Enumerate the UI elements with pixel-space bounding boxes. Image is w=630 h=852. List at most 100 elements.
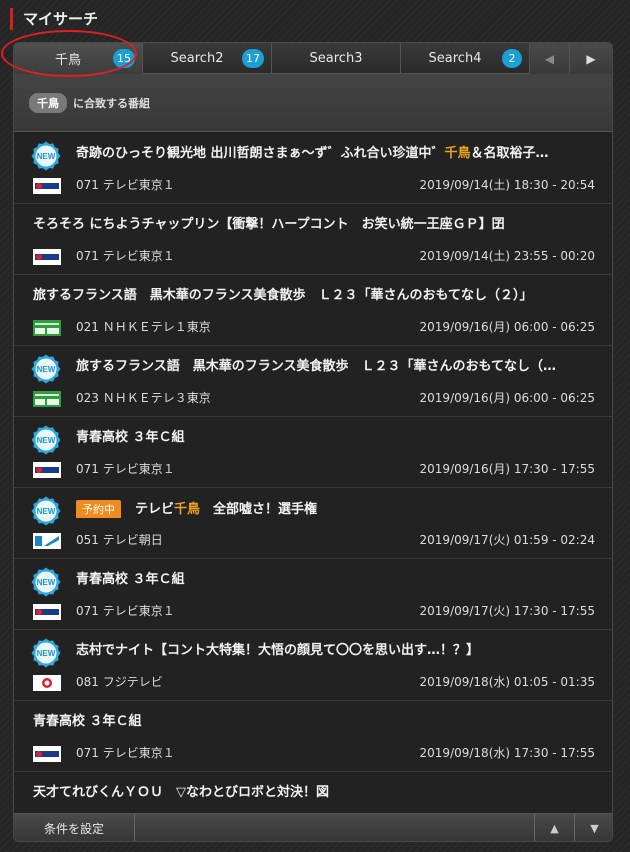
tab-prev-button[interactable]: ◀	[530, 43, 570, 74]
broadcast-time: 2019/09/14(土) 23:55 - 00:20	[419, 249, 595, 263]
tab-count-badge: 2	[502, 49, 522, 68]
program-title: 青春高校 ３年Ｃ組	[76, 429, 604, 447]
channel-name: 081 フジテレビ	[76, 675, 163, 689]
new-badge-icon: NEW	[31, 141, 61, 171]
title-text: 志村でナイト【コント大特集！大悟の顔見て〇〇を思い出す…！？】	[76, 643, 480, 658]
tab-search3[interactable]: Search3	[272, 43, 401, 74]
tab-search2[interactable]: Search2 17	[143, 43, 272, 74]
program-row[interactable]: NEW 予約中 テレビ千鳥 全部嘘さ！選手権 051 テレビ朝日 2019/09/17(…	[14, 488, 612, 559]
channel-logo-icon	[33, 533, 61, 549]
filter-description: に合致する番組	[73, 96, 150, 110]
page-title: マイサーチ	[10, 8, 98, 30]
channel-logo-icon	[33, 746, 61, 762]
program-row[interactable]: 天才てれびくんＹＯＵ ▽なわとびロボと対決！図	[14, 772, 612, 813]
keyword-highlight: 千鳥	[174, 502, 201, 517]
reserved-badge: 予約中	[76, 500, 121, 518]
program-row[interactable]: 旅するフランス語 黒木華のフランス美食散歩 Ｌ２３「華さんのおもてなし（２）」 0…	[14, 275, 612, 346]
program-title: 志村でナイト【コント大特集！大悟の顔見て〇〇を思い出す…！？】	[76, 642, 604, 660]
channel-name: 071 テレビ東京１	[76, 462, 175, 476]
program-row[interactable]: NEW 青春高校 ３年Ｃ組 071 テレビ東京１ 2019/09/16(月) 17:3…	[14, 417, 612, 488]
channel-logo-icon	[33, 178, 61, 194]
broadcast-time: 2019/09/17(火) 17:30 - 17:55	[419, 604, 595, 618]
new-badge-icon: NEW	[31, 496, 61, 526]
footer-spacer	[135, 814, 534, 841]
tab-search1[interactable]: 千鳥 15	[14, 43, 143, 74]
channel-logo-icon	[33, 249, 61, 265]
keyword-chip: 千鳥	[29, 92, 67, 113]
scroll-down-button[interactable]: ▼	[574, 814, 612, 841]
broadcast-time: 2019/09/18(水) 01:05 - 01:35	[419, 675, 595, 689]
keyword-highlight: 千鳥	[444, 146, 471, 161]
tab-label: Search4	[428, 51, 482, 66]
svg-text:NEW: NEW	[37, 436, 56, 445]
tab-count-badge: 17	[242, 49, 264, 68]
title-text: そろそろ にちようチャップリン【衝撃！ハープコント お笑い統一王座ＧＰ】囝	[33, 217, 505, 232]
program-list: NEW 奇跡のひっそり観光地 出川哲朗さまぁ～ず゛ふれ合い珍道中゛千鳥＆名取裕子……	[14, 133, 612, 813]
svg-text:NEW: NEW	[37, 578, 56, 587]
arrow-up-icon: ▲	[550, 821, 559, 835]
program-row[interactable]: NEW 志村でナイト【コント大特集！大悟の顔見て〇〇を思い出す…！？】 081 フジ…	[14, 630, 612, 701]
svg-text:NEW: NEW	[37, 152, 56, 161]
program-title: 奇跡のひっそり観光地 出川哲朗さまぁ～ず゛ふれ合い珍道中゛千鳥＆名取裕子…	[76, 145, 604, 163]
program-title: 青春高校 ３年Ｃ組	[76, 571, 604, 589]
channel-name: 021 ＮＨＫＥテレ１東京	[76, 320, 211, 334]
program-row[interactable]: NEW 奇跡のひっそり観光地 出川哲朗さまぁ～ず゛ふれ合い珍道中゛千鳥＆名取裕子……	[14, 133, 612, 204]
tab-label: Search2	[170, 51, 224, 66]
program-row[interactable]: 青春高校 ３年Ｃ組 071 テレビ東京１ 2019/09/18(水) 17:30 -…	[14, 701, 612, 772]
title-text: 天才てれびくんＹＯＵ ▽なわとびロボと対決！図	[33, 785, 329, 800]
program-row[interactable]: そろそろ にちようチャップリン【衝撃！ハープコント お笑い統一王座ＧＰ】囝 071…	[14, 204, 612, 275]
arrow-down-icon: ▼	[590, 821, 599, 835]
program-row[interactable]: NEW 青春高校 ３年Ｃ組 071 テレビ東京１ 2019/09/17(火) 17:3…	[14, 559, 612, 630]
tab-search4[interactable]: Search4 2	[401, 43, 530, 74]
new-badge-icon: NEW	[31, 567, 61, 597]
channel-name: 051 テレビ朝日	[76, 533, 163, 547]
svg-text:NEW: NEW	[37, 507, 56, 516]
broadcast-time: 2019/09/16(月) 17:30 - 17:55	[419, 462, 595, 476]
program-title: 旅するフランス語 黒木華のフランス美食散歩 Ｌ２３「華さんのおもてなし（…	[76, 358, 604, 376]
title-text: 青春高校 ３年Ｃ組	[76, 572, 185, 587]
program-title: 天才てれびくんＹＯＵ ▽なわとびロボと対決！図	[33, 784, 603, 802]
title-text: 青春高校 ３年Ｃ組	[33, 714, 142, 729]
title-text: 全部嘘さ！選手権	[200, 502, 318, 517]
channel-name: 071 テレビ東京１	[76, 178, 175, 192]
broadcast-time: 2019/09/16(月) 06:00 - 06:25	[419, 391, 595, 405]
new-badge-icon: NEW	[31, 638, 61, 668]
title-text: 旅するフランス語 黒木華のフランス美食散歩 Ｌ２３「華さんのおもてなし（…	[76, 359, 556, 374]
tab-label: Search3	[309, 51, 363, 66]
broadcast-time: 2019/09/17(火) 01:59 - 02:24	[419, 533, 595, 547]
filter-bar: 千鳥 に合致する番組	[14, 74, 612, 132]
channel-logo-icon	[33, 675, 61, 691]
channel-name: 071 テレビ東京１	[76, 604, 175, 618]
channel-name: 071 テレビ東京１	[76, 746, 175, 760]
footer-bar: 条件を設定 ▲ ▼	[14, 813, 612, 841]
mysearch-panel: 千鳥 15 Search2 17 Search3 Search4 2 ◀ ▶ 千…	[13, 42, 613, 842]
svg-text:NEW: NEW	[37, 649, 56, 658]
program-title: 予約中 テレビ千鳥 全部嘘さ！選手権	[76, 500, 604, 518]
program-row[interactable]: NEW 旅するフランス語 黒木華のフランス美食散歩 Ｌ２３「華さんのおもてなし（……	[14, 346, 612, 417]
svg-text:NEW: NEW	[37, 365, 56, 374]
new-badge-icon: NEW	[31, 425, 61, 455]
title-text: テレビ	[135, 502, 175, 517]
search-tabs: 千鳥 15 Search2 17 Search3 Search4 2 ◀ ▶	[14, 43, 612, 74]
broadcast-time: 2019/09/18(水) 17:30 - 17:55	[419, 746, 595, 760]
title-text: 青春高校 ３年Ｃ組	[76, 430, 185, 445]
channel-logo-icon	[33, 320, 61, 336]
scroll-up-button[interactable]: ▲	[534, 814, 574, 841]
new-badge-icon: NEW	[31, 354, 61, 384]
tab-label: 千鳥	[54, 53, 81, 68]
channel-name: 071 テレビ東京１	[76, 249, 175, 263]
set-conditions-button[interactable]: 条件を設定	[14, 814, 135, 841]
broadcast-time: 2019/09/16(月) 06:00 - 06:25	[419, 320, 595, 334]
channel-logo-icon	[33, 604, 61, 620]
channel-logo-icon	[33, 391, 61, 407]
program-title: 青春高校 ３年Ｃ組	[33, 713, 603, 731]
tab-next-button[interactable]: ▶	[570, 43, 612, 74]
program-title: そろそろ にちようチャップリン【衝撃！ハープコント お笑い統一王座ＧＰ】囝	[33, 216, 603, 234]
channel-logo-icon	[33, 462, 61, 478]
chevron-left-icon: ◀	[544, 51, 555, 66]
program-title: 旅するフランス語 黒木華のフランス美食散歩 Ｌ２３「華さんのおもてなし（２）」	[33, 287, 603, 305]
title-text: 奇跡のひっそり観光地 出川哲朗さまぁ～ず゛ふれ合い珍道中゛	[76, 146, 445, 161]
broadcast-time: 2019/09/14(土) 18:30 - 20:54	[419, 178, 595, 192]
tab-count-badge: 15	[113, 49, 135, 68]
title-text: ＆名取裕子…	[470, 146, 549, 161]
